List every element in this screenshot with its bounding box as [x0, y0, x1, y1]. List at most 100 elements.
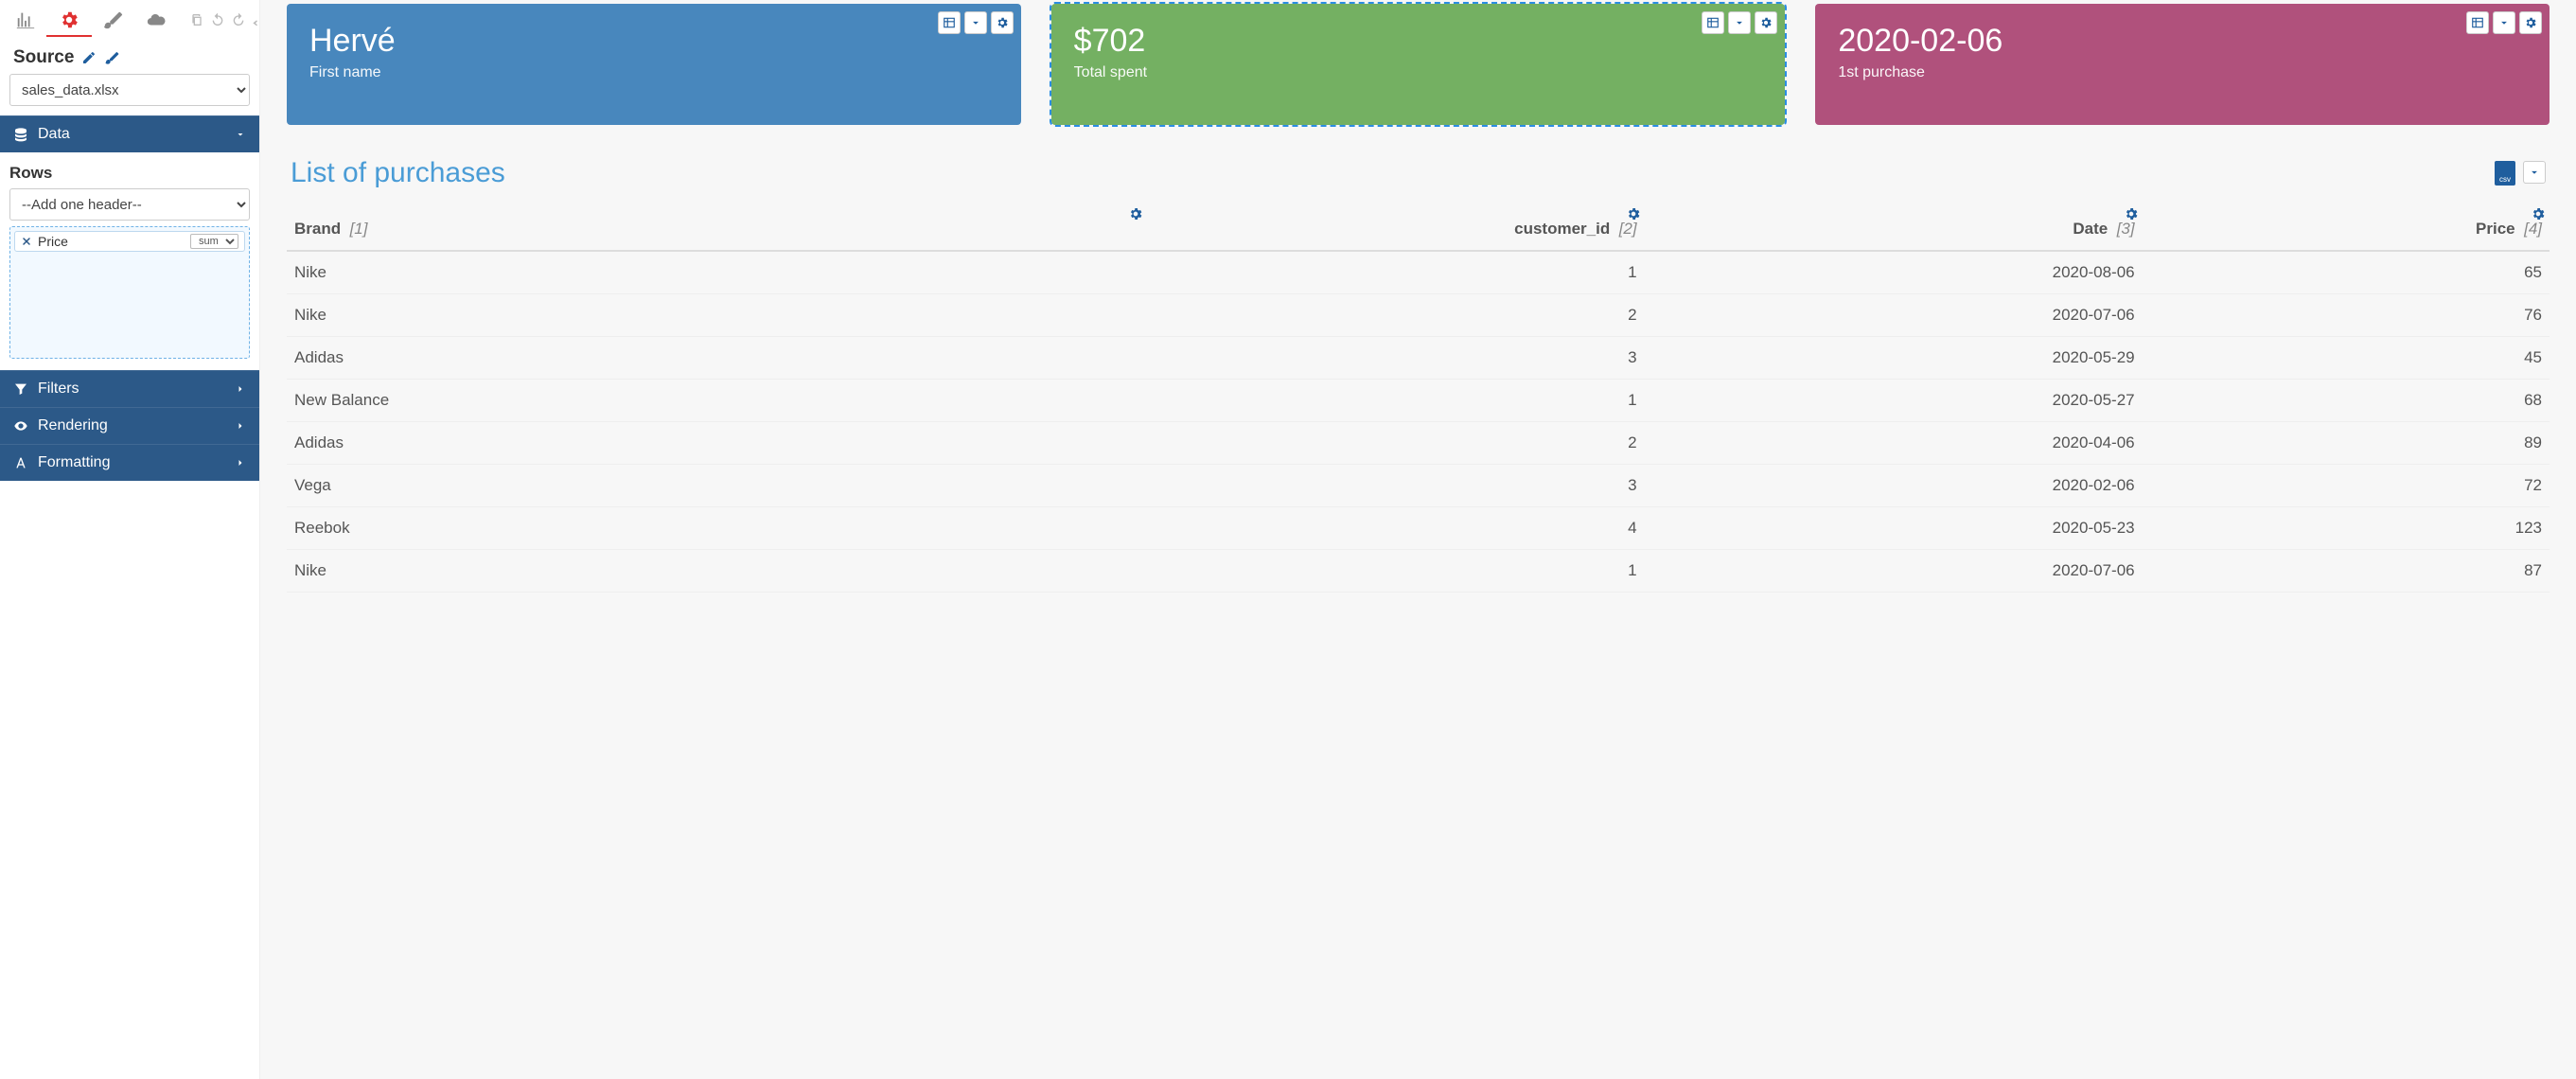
sidebar-tab-strip — [0, 0, 259, 36]
accordion-filters[interactable]: Filters — [0, 370, 259, 407]
kpi-cards-row: Hervé First name $702 Total spent 2020-0… — [287, 4, 2550, 125]
cell-brand: Vega — [287, 465, 1147, 507]
card-dropdown-icon[interactable] — [2493, 11, 2515, 34]
cell-brand: Nike — [287, 550, 1147, 593]
accordion-rendering[interactable]: Rendering — [0, 407, 259, 444]
card-settings-icon[interactable] — [1755, 11, 1777, 34]
main-panel: Hervé First name $702 Total spent 2020-0… — [260, 0, 2576, 1079]
source-label: Source — [0, 36, 259, 74]
card-first-purchase[interactable]: 2020-02-06 1st purchase — [1815, 4, 2550, 125]
cell-date: 2020-05-27 — [1645, 380, 2143, 422]
table-row[interactable]: Nike12020-07-0687 — [287, 550, 2550, 593]
col-brand[interactable]: Brand [1] — [287, 208, 1147, 251]
list-title: List of purchases — [291, 157, 505, 189]
col-index: [1] — [350, 220, 368, 238]
col-label: Brand — [294, 220, 341, 238]
rows-add-header-select[interactable]: --Add one header-- — [9, 188, 250, 221]
filter-icon — [13, 381, 28, 397]
source-brush-icon[interactable] — [104, 50, 119, 65]
table-header-row: Brand [1] customer_id [2] Date [3] Price — [287, 208, 2550, 251]
cell-customer-id: 1 — [1147, 550, 1645, 593]
accordion-data-label: Data — [38, 126, 225, 143]
cell-date: 2020-05-23 — [1645, 507, 2143, 550]
active-tab-underline — [46, 35, 92, 37]
sidebar-right-tools — [189, 12, 267, 27]
purchases-table: Brand [1] customer_id [2] Date [3] Price — [287, 208, 2550, 593]
col-settings-icon[interactable] — [1128, 206, 1143, 221]
tab-style-icon[interactable] — [102, 9, 123, 30]
col-customer-id[interactable]: customer_id [2] — [1147, 208, 1645, 251]
cell-price: 65 — [2143, 251, 2550, 294]
redo-icon[interactable] — [231, 12, 246, 27]
cell-customer-id: 2 — [1147, 422, 1645, 465]
card-view-table-icon[interactable] — [938, 11, 961, 34]
table-row[interactable]: Adidas22020-04-0689 — [287, 422, 2550, 465]
accordion-filters-label: Filters — [38, 380, 225, 398]
source-select[interactable]: sales_data.xlsx — [9, 74, 250, 106]
col-settings-icon[interactable] — [2531, 206, 2546, 221]
remove-chip-icon[interactable] — [21, 236, 32, 247]
export-csv-icon[interactable]: csv — [2495, 161, 2515, 186]
cell-brand: Nike — [287, 251, 1147, 294]
cell-date: 2020-07-06 — [1645, 550, 2143, 593]
rows-label: Rows — [9, 160, 250, 188]
col-index: [2] — [1619, 220, 1637, 238]
cell-brand: New Balance — [287, 380, 1147, 422]
card-value: $702 — [1074, 25, 1763, 59]
col-settings-icon[interactable] — [2124, 206, 2139, 221]
row-chip-price[interactable]: Price sum — [14, 231, 245, 252]
table-row[interactable]: Reebok42020-05-23123 — [287, 507, 2550, 550]
table-row[interactable]: Adidas32020-05-2945 — [287, 337, 2550, 380]
database-icon — [13, 127, 28, 142]
accordion-formatting-label: Formatting — [38, 454, 225, 471]
cell-customer-id: 2 — [1147, 294, 1645, 337]
card-label: Total spent — [1074, 64, 1763, 81]
card-dropdown-icon[interactable] — [1728, 11, 1751, 34]
chevron-right-icon — [235, 383, 246, 395]
card-total-spent[interactable]: $702 Total spent — [1051, 4, 1786, 125]
cell-date: 2020-02-06 — [1645, 465, 2143, 507]
accordion-data[interactable]: Data — [0, 115, 259, 152]
col-price[interactable]: Price [4] — [2143, 208, 2550, 251]
card-settings-icon[interactable] — [991, 11, 1014, 34]
accordion-data-body: Rows --Add one header-- Price sum — [0, 152, 259, 370]
col-date[interactable]: Date [3] — [1645, 208, 2143, 251]
table-row[interactable]: Nike22020-07-0676 — [287, 294, 2550, 337]
row-chip-agg-select[interactable]: sum — [190, 234, 238, 249]
copy-icon[interactable] — [189, 12, 204, 27]
cell-price: 76 — [2143, 294, 2550, 337]
card-label: 1st purchase — [1838, 64, 2527, 81]
source-edit-icon[interactable] — [81, 50, 97, 65]
tab-cloud-icon[interactable] — [146, 9, 167, 30]
col-index: [3] — [2117, 220, 2135, 238]
rows-drop-zone[interactable]: Price sum — [9, 226, 250, 359]
chevron-right-icon — [235, 420, 246, 432]
cell-date: 2020-05-29 — [1645, 337, 2143, 380]
col-settings-icon[interactable] — [1626, 206, 1641, 221]
table-row[interactable]: Nike12020-08-0665 — [287, 251, 2550, 294]
list-dropdown-icon[interactable] — [2523, 161, 2546, 184]
cell-price: 45 — [2143, 337, 2550, 380]
font-icon — [13, 455, 28, 470]
tab-settings-icon[interactable] — [59, 9, 79, 30]
card-dropdown-icon[interactable] — [964, 11, 987, 34]
undo-icon[interactable] — [210, 12, 225, 27]
row-chip-field: Price — [38, 234, 68, 249]
card-view-table-icon[interactable] — [1702, 11, 1724, 34]
table-row[interactable]: New Balance12020-05-2768 — [287, 380, 2550, 422]
table-row[interactable]: Vega32020-02-0672 — [287, 465, 2550, 507]
cell-date: 2020-07-06 — [1645, 294, 2143, 337]
card-value: Hervé — [309, 25, 998, 59]
card-settings-icon[interactable] — [2519, 11, 2542, 34]
col-label: Date — [2073, 220, 2108, 238]
card-view-table-icon[interactable] — [2466, 11, 2489, 34]
eye-icon — [13, 418, 28, 433]
card-tools — [1702, 11, 1777, 34]
card-tools — [2466, 11, 2542, 34]
cell-brand: Adidas — [287, 422, 1147, 465]
tab-chart-icon[interactable] — [15, 9, 36, 30]
cell-brand: Reebok — [287, 507, 1147, 550]
accordion-formatting[interactable]: Formatting — [0, 444, 259, 481]
card-first-name[interactable]: Hervé First name — [287, 4, 1021, 125]
cell-customer-id: 3 — [1147, 465, 1645, 507]
